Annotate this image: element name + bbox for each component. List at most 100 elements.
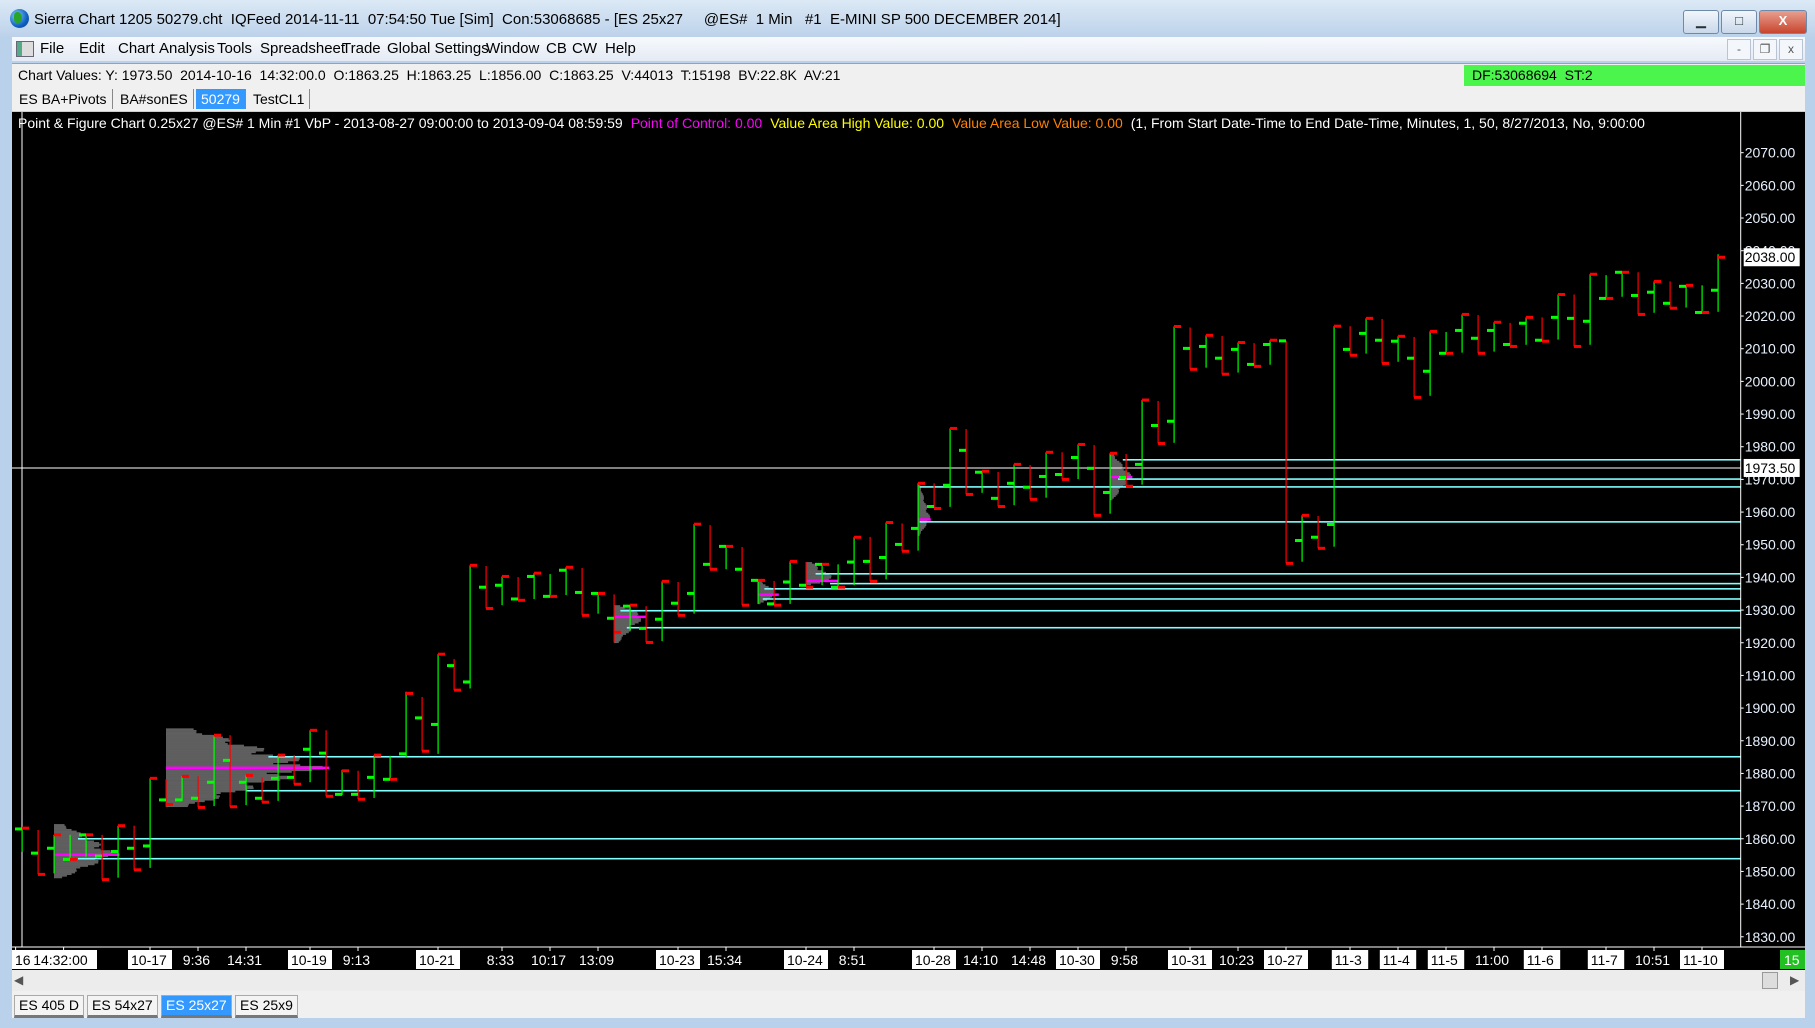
close-tick	[822, 562, 829, 566]
scroll-right-icon[interactable]: ▶	[1790, 973, 1799, 987]
time-axis-label: 14:31	[227, 952, 262, 968]
price-axis-bg	[1740, 112, 1805, 947]
bar-range	[421, 696, 423, 752]
bar-range	[645, 606, 647, 643]
menu-chart[interactable]: Chart	[118, 40, 155, 57]
bar-range	[1621, 272, 1623, 297]
volume-profile	[54, 824, 120, 879]
bar-range	[1077, 444, 1079, 480]
close-tick	[950, 426, 957, 430]
ohlc-bar	[495, 574, 509, 606]
time-axis-label: 10-17	[131, 952, 167, 968]
price-tick-label: 2010.00	[1745, 341, 1796, 357]
menu-spreadsheet[interactable]: Spreadsheet	[260, 40, 345, 57]
close-tick	[662, 579, 669, 583]
menu-help[interactable]: Help	[605, 40, 636, 57]
menu-edit[interactable]: Edit	[79, 40, 105, 57]
open-tick	[751, 578, 758, 582]
time-axis-label: 9:58	[1111, 952, 1138, 968]
close-tick	[758, 578, 765, 582]
open-tick	[463, 680, 470, 684]
params-text: (1, From Start Date-Time to End Date-Tim…	[1131, 115, 1645, 131]
price-tick-label: 1910.00	[1745, 667, 1796, 683]
bar-range	[229, 735, 231, 807]
open-tick	[159, 798, 166, 802]
bar-range	[1701, 285, 1703, 313]
open-tick	[799, 583, 806, 587]
profile-row	[614, 605, 621, 608]
window-tab[interactable]: ES 54x27	[87, 995, 158, 1018]
ohlc-bar	[1631, 272, 1645, 316]
app-globe-icon	[10, 9, 29, 28]
ohlc-bar	[1231, 341, 1245, 373]
bar-range	[1461, 314, 1463, 353]
close-tick	[1382, 361, 1389, 365]
menu-bar: File Edit Chart Analysis Tools Spreadsheet Tra…	[12, 37, 1805, 61]
poc-text: Point of Control: 0.00	[631, 115, 763, 131]
open-tick	[1695, 310, 1702, 314]
menu-analysis[interactable]: Analysis	[159, 40, 215, 57]
open-tick	[1679, 284, 1686, 288]
mdi-minimize-button[interactable]: -	[1727, 39, 1751, 60]
open-tick	[399, 752, 406, 756]
close-tick	[1254, 364, 1261, 368]
open-tick	[1167, 419, 1174, 423]
close-button[interactable]: X	[1759, 10, 1807, 34]
bar-range	[1157, 400, 1159, 444]
ohlc-bar	[527, 571, 541, 599]
chart-area[interactable]: Point & Figure Chart 0.25x27 @ES# 1 Min …	[12, 112, 1805, 970]
document-icon[interactable]	[16, 41, 34, 57]
maximize-button[interactable]: □	[1721, 10, 1757, 34]
open-tick	[47, 846, 54, 850]
scroll-left-icon[interactable]: ◀	[14, 973, 23, 987]
minimize-button[interactable]: ▁	[1683, 10, 1719, 34]
close-tick	[870, 579, 877, 583]
last-price-label: 2038.00	[1745, 249, 1796, 265]
open-tick	[1023, 485, 1030, 489]
ohlc-bar	[1311, 515, 1325, 550]
chart-tab[interactable]: ES BA+Pivots	[14, 89, 113, 109]
scroll-thumb[interactable]	[1762, 972, 1778, 989]
menu-window[interactable]: Window	[486, 40, 539, 57]
time-axis-label: 10-27	[1267, 952, 1303, 968]
price-tick-label: 2020.00	[1745, 308, 1796, 324]
chart-tab[interactable]: BA#sonES	[115, 89, 194, 109]
open-tick	[319, 751, 326, 755]
value-area-line	[268, 755, 1741, 758]
close-tick	[1158, 441, 1165, 445]
menu-cw[interactable]: CW	[572, 40, 597, 57]
time-axis-label: 15:34	[707, 952, 742, 968]
bar-range	[453, 659, 455, 691]
ohlc-bar	[863, 536, 877, 583]
close-tick	[1670, 306, 1677, 310]
menu-tools[interactable]: Tools	[217, 40, 252, 57]
ohlc-bar	[463, 563, 477, 689]
bar-range	[677, 581, 679, 616]
window-tab[interactable]: ES 25x9	[235, 995, 298, 1018]
menu-cb[interactable]: CB	[546, 40, 567, 57]
ohlc-bar	[1055, 452, 1069, 481]
close-tick	[1654, 279, 1661, 283]
open-tick	[639, 626, 646, 630]
close-tick	[214, 733, 221, 737]
chart-tab[interactable]: 50279	[196, 89, 246, 109]
time-axis-label: 11:00	[1475, 952, 1509, 968]
close-tick	[230, 805, 237, 809]
mdi-restore-button[interactable]: ❐	[1753, 39, 1777, 60]
mdi-close-button[interactable]: x	[1779, 39, 1803, 60]
open-tick	[1183, 346, 1190, 350]
menu-trade[interactable]: Trade	[342, 40, 381, 57]
menu-file[interactable]: File	[40, 40, 64, 57]
close-tick	[1286, 561, 1293, 565]
window-tab[interactable]: ES 25x27	[161, 995, 232, 1018]
price-chart[interactable]: Point & Figure Chart 0.25x27 @ES# 1 Min …	[12, 112, 1805, 970]
window-tab[interactable]: ES 405 D	[14, 995, 84, 1018]
close-tick	[1318, 546, 1325, 550]
open-tick	[559, 568, 566, 572]
chart-tab[interactable]: TestCL1	[248, 89, 311, 109]
menu-global-settings[interactable]: Global Settings	[387, 40, 489, 57]
close-tick	[358, 797, 365, 801]
open-tick	[1631, 293, 1638, 297]
horizontal-scrollbar[interactable]: ◀ ▶	[12, 970, 1805, 991]
close-tick	[390, 777, 397, 781]
